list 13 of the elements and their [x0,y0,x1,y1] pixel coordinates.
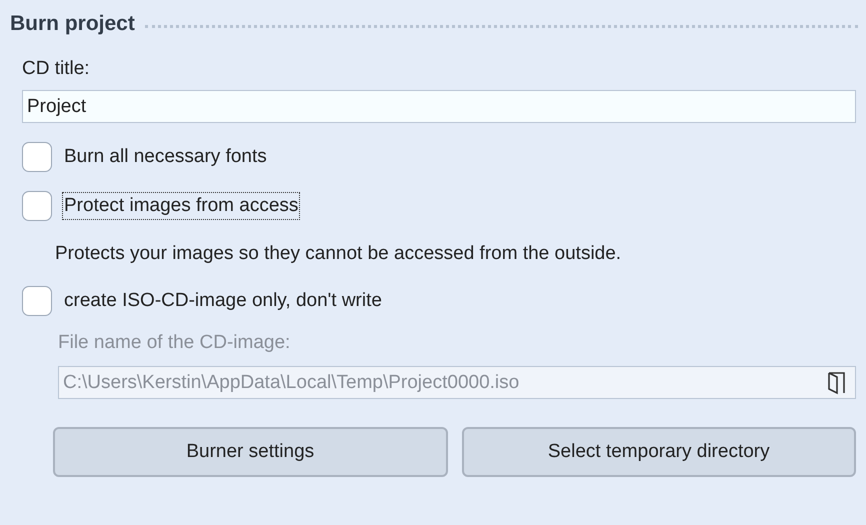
checkbox[interactable] [22,286,52,316]
field-label: CD title: [22,58,91,80]
checkbox-label[interactable]: Protect images from access [62,192,300,220]
cd-title-field[interactable]: Project [22,90,856,123]
checkbox-label[interactable]: Burn all necessary fonts [62,143,269,171]
action-button[interactable]: Select temporary directory [462,427,856,477]
section-title: Burn project [10,12,135,36]
checkbox[interactable] [22,142,52,172]
action-button[interactable]: Burner settings [53,427,448,477]
checkbox-label[interactable]: create ISO-CD-image only, don't write [62,287,384,315]
checkbox[interactable] [22,191,52,221]
option-description: Protects your images so they cannot be accessed from the outside. [55,243,622,265]
field-label: File name of the CD-image: [58,332,292,354]
